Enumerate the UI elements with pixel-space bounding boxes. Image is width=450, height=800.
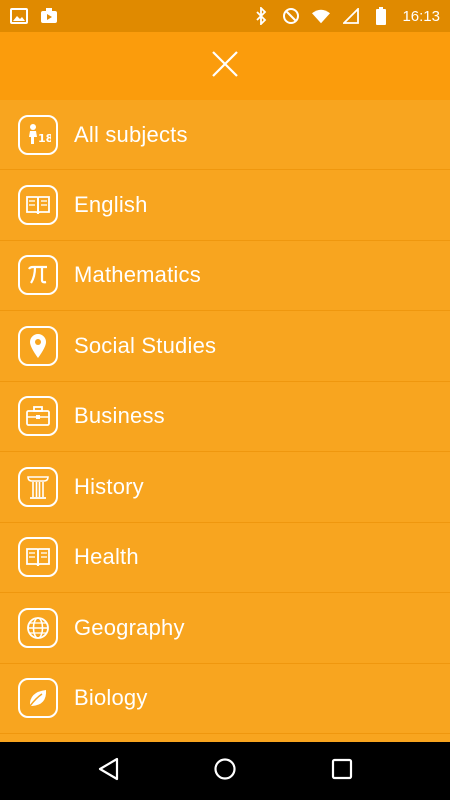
home-button[interactable] (205, 751, 245, 791)
status-bar: 16:13 (0, 0, 450, 32)
battery-icon (372, 7, 390, 25)
book-icon (18, 184, 58, 225)
menu-item-history[interactable]: History (0, 452, 450, 523)
menu-item-biology[interactable]: Biology (0, 664, 450, 734)
navigation-bar (0, 742, 450, 800)
back-icon (97, 757, 119, 786)
menu-item-label: Geography (74, 614, 185, 640)
leaf-icon (18, 678, 58, 719)
svg-text:18: 18 (38, 132, 51, 145)
menu-item-label: English (74, 191, 148, 217)
globe-icon (18, 607, 58, 648)
menu-item-label: Biology (74, 685, 148, 711)
status-time: 16:13 (402, 7, 440, 25)
location-pin-icon (18, 325, 58, 366)
recents-button[interactable] (322, 751, 362, 791)
menu-item-mathematics[interactable]: Mathematics (0, 241, 450, 311)
menu-item-label: All subjects (74, 121, 188, 147)
briefcase-icon (18, 396, 58, 437)
close-icon (210, 49, 240, 84)
drawer-header (0, 32, 450, 100)
bluetooth-icon (252, 7, 270, 25)
menu-item-label: Social Studies (74, 332, 217, 358)
book-icon (18, 537, 58, 578)
menu-item-label: Health (74, 544, 139, 570)
close-button[interactable] (205, 46, 245, 86)
menu-item-label: Business (74, 403, 165, 429)
home-icon (213, 757, 237, 786)
menu-item-all-subjects[interactable]: 18 All subjects (0, 100, 450, 170)
pi-icon (18, 255, 58, 296)
menu-item-english[interactable]: English (0, 170, 450, 241)
all-subjects-icon: 18 (18, 114, 58, 155)
wifi-icon (312, 7, 331, 25)
youtube-icon (40, 7, 58, 25)
back-button[interactable] (88, 751, 128, 791)
column-icon (18, 466, 58, 507)
signal-icon (342, 7, 360, 25)
menu-item-label: Mathematics (74, 262, 201, 288)
subject-menu: 18 All subjects English Mathematics Soci… (0, 100, 450, 742)
menu-item-label: History (74, 473, 144, 499)
menu-item-geography[interactable]: Geography (0, 593, 450, 664)
menu-item-health[interactable]: Health (0, 523, 450, 593)
status-left (10, 7, 58, 25)
menu-item-business[interactable]: Business (0, 382, 450, 452)
menu-item-social-studies[interactable]: Social Studies (0, 311, 450, 382)
status-right: 16:13 (252, 7, 440, 25)
recents-icon (331, 758, 353, 785)
do-not-disturb-icon (282, 7, 300, 25)
image-icon (10, 7, 28, 25)
